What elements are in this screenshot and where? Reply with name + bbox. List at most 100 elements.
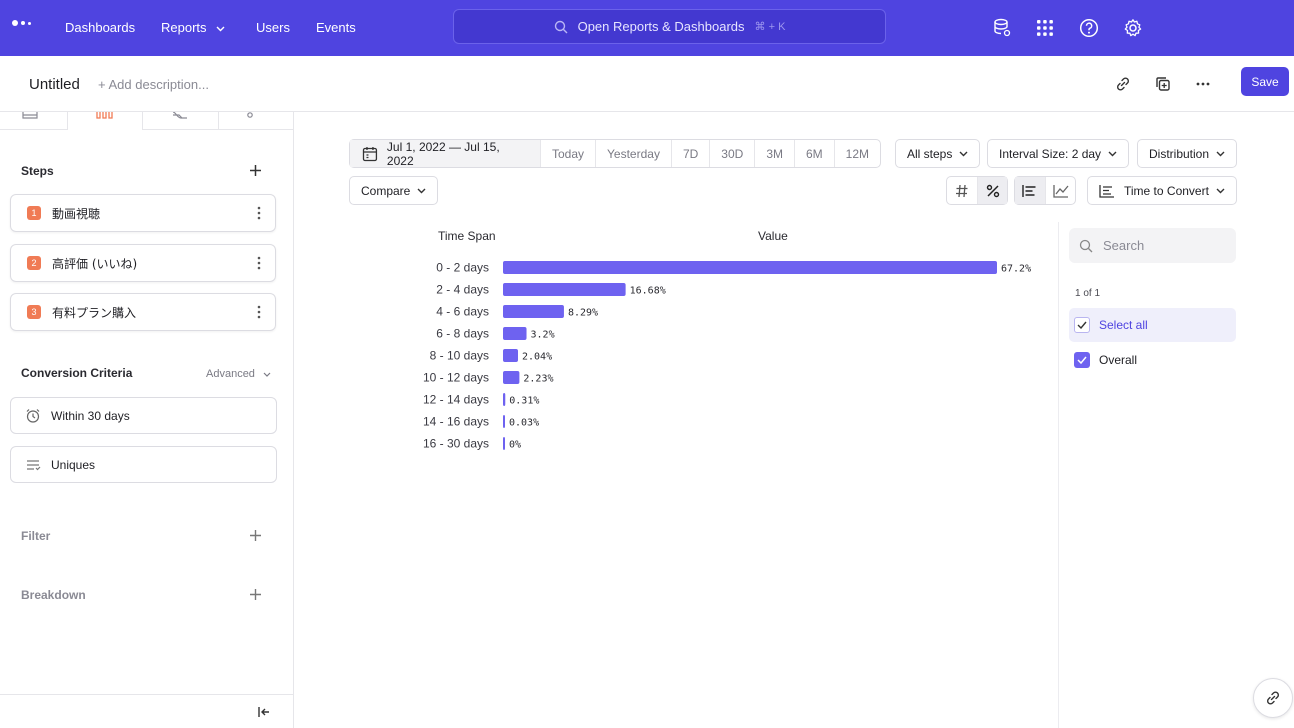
preset-30d[interactable]: 30D bbox=[710, 140, 756, 167]
hash-icon[interactable] bbox=[947, 177, 977, 204]
preset-6m[interactable]: 6M bbox=[795, 140, 835, 167]
tab-retention[interactable] bbox=[219, 112, 294, 130]
chevron-down-icon bbox=[1108, 151, 1117, 156]
add-description[interactable]: + Add description... bbox=[98, 77, 209, 92]
chart-type-toggle bbox=[1014, 176, 1076, 205]
chevron-down-icon bbox=[417, 188, 426, 193]
preset-12m[interactable]: 12M bbox=[835, 140, 880, 167]
percent-icon[interactable] bbox=[977, 177, 1007, 204]
legend-search-placeholder: Search bbox=[1103, 238, 1145, 253]
nav-reports[interactable]: Reports bbox=[161, 20, 225, 35]
time-to-convert-icon bbox=[1099, 184, 1114, 198]
compare-dropdown[interactable]: Compare bbox=[349, 176, 439, 205]
search-placeholder: Open Reports & Dashboards bbox=[577, 19, 745, 34]
app-grid-icon[interactable] bbox=[1033, 16, 1057, 40]
step-item[interactable]: 1 動画視聴 bbox=[10, 194, 276, 232]
advanced-dropdown[interactable]: Advanced bbox=[206, 368, 271, 380]
bar[interactable] bbox=[503, 415, 505, 428]
bar[interactable] bbox=[503, 393, 506, 406]
bar[interactable] bbox=[503, 327, 527, 340]
add-filter-button[interactable] bbox=[247, 527, 263, 543]
bar-chart-icon[interactable] bbox=[1015, 177, 1045, 204]
floating-link-button[interactable] bbox=[1253, 678, 1293, 718]
tab-insights[interactable] bbox=[0, 112, 68, 130]
step-item[interactable]: 2 高評価 (いいね) bbox=[10, 244, 276, 282]
report-title[interactable]: Untitled bbox=[29, 76, 80, 93]
preset-7d[interactable]: 7D bbox=[672, 140, 711, 167]
preset-today[interactable]: Today bbox=[541, 140, 597, 167]
column-header-time-span: Time Span bbox=[438, 229, 496, 243]
criteria-counting[interactable]: Uniques bbox=[10, 446, 277, 483]
bar[interactable] bbox=[503, 305, 564, 318]
gear-icon[interactable] bbox=[1121, 16, 1145, 40]
line-chart-icon[interactable] bbox=[1045, 177, 1075, 204]
select-all-checkbox[interactable]: Select all bbox=[1069, 308, 1236, 342]
category-label: 14 - 16 days bbox=[423, 415, 489, 429]
bar[interactable] bbox=[503, 261, 997, 274]
interval-size-dropdown[interactable]: Interval Size: 2 day bbox=[987, 139, 1130, 168]
search-shortcut: ⌘ + K bbox=[754, 21, 786, 33]
category-label: 4 - 6 days bbox=[436, 305, 489, 319]
preset-yesterday[interactable]: Yesterday bbox=[596, 140, 672, 167]
tab-flows[interactable] bbox=[143, 112, 219, 130]
app-logo[interactable] bbox=[12, 20, 31, 26]
retention-icon bbox=[247, 112, 253, 118]
value-label: 67.2% bbox=[1001, 264, 1031, 275]
sidebar-tabs bbox=[0, 112, 294, 130]
nav-dashboards[interactable]: Dashboards bbox=[65, 20, 135, 35]
time-to-convert-dropdown[interactable]: Time to Convert bbox=[1087, 176, 1237, 205]
step-label: 動画視聴 bbox=[52, 206, 101, 221]
chevron-down-icon bbox=[959, 151, 968, 156]
all-steps-dropdown[interactable]: All steps bbox=[895, 139, 981, 168]
alarm-clock-icon bbox=[25, 408, 41, 424]
legend-search-input[interactable]: Search bbox=[1069, 228, 1236, 263]
tab-funnels[interactable] bbox=[68, 112, 143, 130]
help-icon[interactable] bbox=[1077, 16, 1101, 40]
value-label: 0.31% bbox=[509, 396, 539, 407]
link-icon bbox=[1266, 691, 1280, 705]
value-label: 0% bbox=[509, 440, 521, 451]
advanced-label: Advanced bbox=[206, 368, 255, 380]
add-step-button[interactable] bbox=[247, 162, 263, 178]
global-search[interactable]: Open Reports & Dashboards ⌘ + K bbox=[453, 9, 886, 44]
link-icon[interactable] bbox=[1111, 72, 1135, 96]
search-icon bbox=[1079, 239, 1093, 252]
report-title-bar: Untitled + Add description... Save bbox=[0, 56, 1294, 112]
add-breakdown-button[interactable] bbox=[247, 586, 263, 602]
kebab-menu-icon[interactable] bbox=[257, 206, 261, 220]
category-label: 2 - 4 days bbox=[436, 283, 489, 297]
criteria-label: Uniques bbox=[51, 457, 96, 472]
distribution-label: Distribution bbox=[1149, 146, 1210, 161]
data-stack-icon[interactable] bbox=[990, 16, 1014, 40]
value-format-toggle bbox=[946, 176, 1008, 205]
step-item[interactable]: 3 有料プラン購入 bbox=[10, 293, 276, 331]
date-range-picker[interactable]: Jul 1, 2022 — Jul 15, 2022 bbox=[350, 140, 541, 168]
bar[interactable] bbox=[503, 349, 518, 362]
chevron-down-icon bbox=[1216, 188, 1225, 193]
more-options-icon[interactable] bbox=[1191, 72, 1215, 96]
value-label: 8.29% bbox=[568, 308, 598, 319]
duplicate-icon[interactable] bbox=[1151, 72, 1175, 96]
preset-3m[interactable]: 3M bbox=[755, 140, 795, 167]
nav-events[interactable]: Events bbox=[316, 20, 356, 35]
kebab-menu-icon[interactable] bbox=[257, 305, 261, 319]
chevron-down-icon bbox=[1216, 151, 1225, 156]
bar[interactable] bbox=[503, 437, 505, 450]
save-button[interactable]: Save bbox=[1241, 67, 1289, 96]
time-to-convert-chart: 0 - 2 days 67.2% 2 - 4 days 16.68% 4 - 6 day… bbox=[423, 261, 1031, 451]
step-label: 有料プラン購入 bbox=[52, 305, 137, 320]
plus-icon bbox=[249, 588, 261, 600]
criteria-window[interactable]: Within 30 days bbox=[10, 397, 277, 434]
interval-size-label: Interval Size: 2 day bbox=[999, 146, 1102, 161]
bar[interactable] bbox=[503, 283, 626, 296]
legend-item-overall[interactable]: Overall bbox=[1069, 343, 1236, 377]
nav-users[interactable]: Users bbox=[256, 20, 290, 35]
compare-label: Compare bbox=[361, 183, 411, 198]
distribution-dropdown[interactable]: Distribution bbox=[1137, 139, 1238, 168]
all-steps-label: All steps bbox=[907, 146, 953, 161]
collapse-sidebar-icon[interactable] bbox=[256, 704, 272, 720]
step-number-badge: 1 bbox=[27, 206, 41, 220]
kebab-menu-icon[interactable] bbox=[257, 256, 261, 270]
check-icon bbox=[1074, 352, 1090, 368]
bar[interactable] bbox=[503, 371, 520, 384]
